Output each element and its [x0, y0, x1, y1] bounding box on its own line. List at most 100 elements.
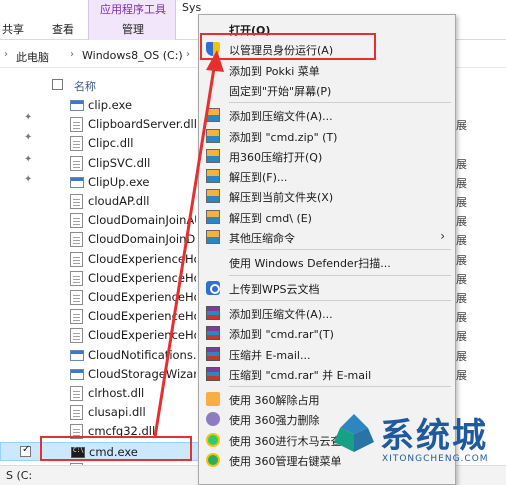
status-text: S (C:	[6, 469, 33, 482]
winrar-icon	[206, 305, 220, 320]
file-row[interactable]: CloudDomainJoinDa	[0, 230, 200, 249]
menu-item[interactable]: 添加到 Pokki 菜单	[199, 60, 455, 80]
file-row[interactable]: clrhost.dll	[0, 384, 200, 403]
tab-system-partial[interactable]: Sys	[182, 1, 201, 14]
watermark-url: XITONGCHENG.COM	[382, 454, 489, 464]
file-row[interactable]: CloudExperienceHos	[0, 288, 200, 307]
highlight-box-cmd-exe	[40, 436, 192, 461]
360zip-icon	[206, 108, 220, 123]
breadcrumb-drive[interactable]: Windows8_OS (C:)	[82, 49, 183, 62]
menu-item[interactable]: 解压到当前文件夹(X)	[199, 186, 455, 206]
file-row[interactable]: Clipc.dll	[0, 134, 200, 153]
tab-view[interactable]: 查看	[52, 21, 74, 37]
menu-item[interactable]: 压缩到 "cmd.rar" 并 E-mail	[199, 364, 455, 384]
file-name: Clipc.dll	[88, 136, 134, 151]
column-text-partial: 展	[456, 119, 467, 133]
file-row[interactable]: CloudStorageWizard	[0, 365, 200, 384]
file-row[interactable]: CloudExperienceHos	[0, 326, 200, 345]
360zip-icon	[206, 230, 220, 244]
submenu-arrow-icon: ›	[440, 229, 445, 243]
menu-separator	[229, 299, 451, 301]
file-name: CloudDomainJoinDa	[88, 232, 196, 247]
file-row[interactable]: ClipboardServer.dll	[0, 115, 200, 134]
dll-file-icon	[70, 386, 83, 401]
menu-item-label: 添加到 Pokki 菜单	[229, 64, 320, 78]
menu-item-label: 添加到 "cmd.zip" (T)	[229, 130, 338, 144]
360zip-icon	[206, 128, 220, 143]
menu-item-label: 解压到当前文件夹(X)	[229, 191, 334, 205]
file-row[interactable]: CloudNotifications.ex	[0, 346, 200, 365]
menu-item[interactable]: 其他压缩命令 ›	[199, 227, 455, 247]
file-name: ClipboardServer.dll	[88, 117, 196, 132]
menu-item-label: 其他压缩命令	[229, 232, 295, 245]
file-row[interactable]: CloudExperienceHos	[0, 250, 200, 269]
360zip-icon	[206, 209, 220, 224]
360zip-icon	[206, 189, 220, 204]
column-text-partial: 展	[456, 349, 467, 363]
file-row[interactable]: cloudAP.dll	[0, 192, 200, 211]
context-tab-group: 应用程序工具 管理	[88, 0, 176, 40]
file-row[interactable]: clusapi.dll	[0, 403, 200, 422]
chevron-right-icon: ›	[186, 49, 190, 60]
menu-item-label: 使用 360解除占用	[229, 394, 320, 408]
file-row[interactable]: ClipSVC.dll	[0, 154, 200, 173]
select-all-checkbox[interactable]	[52, 79, 63, 90]
file-row[interactable]: CloudExperienceHos	[0, 307, 200, 326]
menu-item[interactable]: 用360压缩打开(Q)	[199, 146, 455, 166]
360zip-icon	[206, 148, 220, 163]
watermark-logo-icon	[334, 414, 374, 452]
menu-item[interactable]: 添加到压缩文件(A)...	[199, 303, 455, 323]
column-header-name[interactable]: 名称	[74, 78, 96, 94]
file-name: cloudAP.dll	[88, 194, 150, 208]
column-text-partial: 展	[456, 330, 467, 344]
dll-file-icon	[70, 328, 83, 344]
column-text-partial: 展	[456, 368, 467, 382]
file-name: CloudExperienceHos	[88, 328, 196, 343]
menu-item[interactable]: 添加到 "cmd.zip" (T)	[199, 126, 455, 146]
wps-cloud-icon	[206, 280, 220, 295]
dll-file-icon	[70, 117, 83, 133]
menu-item-label: 固定到"开始"屏幕(P)	[229, 84, 332, 98]
menu-separator	[229, 249, 451, 251]
winrar-icon	[206, 366, 220, 381]
menu-item[interactable]: 添加到压缩文件(A)...	[199, 105, 455, 125]
file-row[interactable]: CloudDomainJoinAU	[0, 211, 200, 230]
context-tab-title: 应用程序工具	[100, 3, 166, 16]
menu-item[interactable]: 固定到"开始"屏幕(P)	[199, 80, 455, 100]
file-name: CloudExperienceHos	[88, 290, 196, 304]
dll-file-icon	[70, 213, 83, 229]
menu-item-label: 用360压缩打开(Q)	[229, 150, 323, 164]
exe-file-icon	[70, 176, 84, 188]
dll-file-icon	[70, 309, 83, 325]
menu-item-label: 解压到(F)...	[229, 171, 288, 185]
watermark-text: 系统城	[380, 416, 488, 456]
breadcrumb-this-pc[interactable]: 此电脑	[16, 49, 49, 65]
winrar-icon	[206, 326, 220, 341]
tab-share[interactable]: 共享	[2, 21, 24, 37]
dll-file-icon	[70, 270, 83, 286]
menu-item[interactable]: 使用 Windows Defender扫描...	[199, 252, 455, 272]
menu-item[interactable]: 解压到 cmd\ (E)	[199, 207, 455, 227]
menu-item[interactable]: 上传到WPS云文档	[199, 278, 455, 298]
menu-item-label: 添加到压缩文件(A)...	[229, 110, 333, 124]
tab-manage[interactable]: 管理	[89, 21, 177, 37]
menu-item[interactable]: 添加到 "cmd.rar"(T)	[199, 323, 455, 343]
column-text-partial: 展	[456, 234, 467, 248]
trojan-scan-icon	[206, 432, 220, 447]
file-name: clrhost.dll	[88, 386, 145, 400]
file-row[interactable]: clip.exe	[0, 96, 200, 115]
menu-separator	[229, 274, 451, 276]
file-row[interactable]: CloudExperienceHos	[0, 269, 200, 288]
file-name: CloudExperienceHos	[88, 309, 196, 324]
row-checkbox[interactable]: ✓	[20, 444, 31, 457]
menu-item-label: 使用 360管理右键菜单	[229, 455, 342, 468]
dll-file-icon	[70, 251, 83, 267]
dll-file-icon	[70, 136, 83, 152]
column-text-partial: 展	[456, 292, 467, 305]
menu-item-label: 使用 Windows Defender扫描...	[229, 257, 391, 271]
menu-item[interactable]: 解压到(F)...	[199, 166, 455, 186]
menu-item[interactable]: 压缩并 E-mail...	[199, 344, 455, 364]
file-row[interactable]: ClipUp.exe	[0, 173, 200, 192]
chevron-right-icon: ›	[70, 49, 74, 60]
shred-icon	[206, 412, 220, 427]
